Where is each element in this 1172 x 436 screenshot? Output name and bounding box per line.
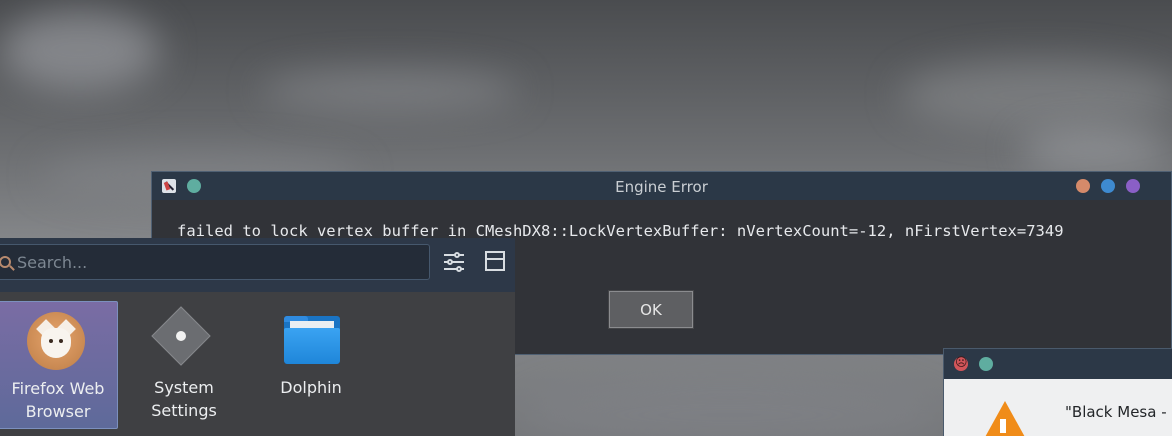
keep-on-top-button[interactable] [979,357,993,371]
dialog-titlebar[interactable]: Engine Error [152,172,1171,200]
layout-toggle-icon[interactable] [485,251,505,271]
configure-icon[interactable] [443,251,465,273]
folder-icon [284,316,340,364]
wallpaper-cloud [1020,130,1170,170]
wallpaper-cloud [0,10,160,90]
app-label-line: System [154,378,214,397]
application-launcher: Firefox Web Browser System Settings Dolp… [0,238,515,436]
close-button[interactable] [1126,179,1140,193]
app-label-line: Browser [25,402,91,421]
dialog-title: Engine Error [615,178,708,196]
app-label: Dolphin [251,376,371,399]
firefox-icon [27,312,85,370]
app-label: System Settings [124,376,244,422]
ok-button[interactable]: OK [608,290,694,329]
app-label-line: Firefox Web [11,379,105,398]
app-tile-system-settings[interactable]: System Settings [124,301,244,429]
dialog-titlebar[interactable] [944,349,1172,379]
launcher-header [0,238,515,292]
search-input[interactable] [15,245,425,279]
settings-icon [151,306,211,366]
app-label: Firefox Web Browser [0,377,117,423]
warning-icon-mark [1000,419,1006,433]
wallpaper-cloud [260,70,520,110]
search-icon [0,256,11,268]
app-label-line: Dolphin [280,378,342,397]
dialog-message: "Black Mesa - C [1065,403,1172,421]
maximize-button[interactable] [1101,179,1115,193]
minimize-button[interactable] [1076,179,1090,193]
wallpaper-cloud [520,380,940,436]
app-label-line: Settings [151,401,217,420]
search-box[interactable] [0,244,430,280]
app-tile-firefox[interactable]: Firefox Web Browser [0,301,118,429]
black-mesa-dialog: "Black Mesa - C [943,348,1172,436]
app-tile-dolphin[interactable]: Dolphin [251,301,371,429]
sad-face-icon[interactable] [954,355,968,371]
wallpaper-cloud [900,60,1172,130]
